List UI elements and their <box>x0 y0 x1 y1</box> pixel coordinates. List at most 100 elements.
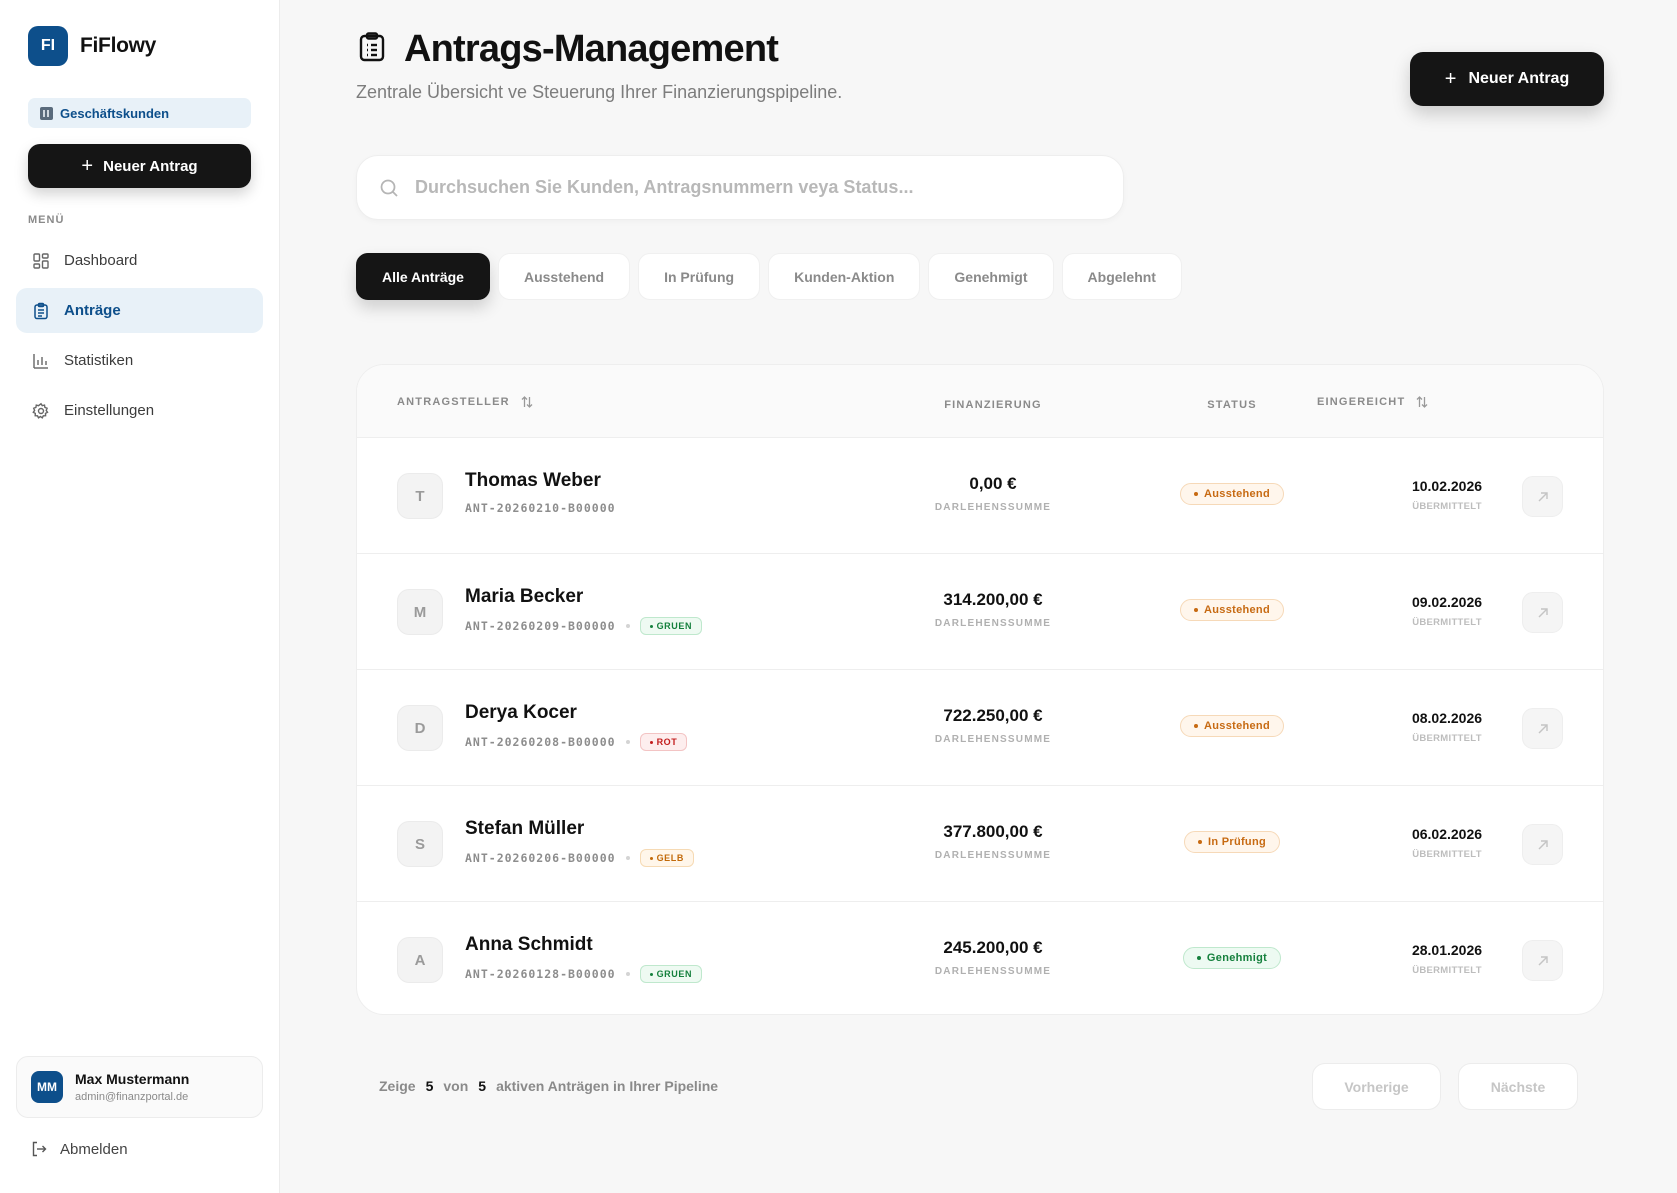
open-application-button[interactable] <box>1522 476 1563 517</box>
status-label: Ausstehend <box>1204 488 1270 500</box>
table-row[interactable]: M Maria Becker ANT-20260209-B00000 GRUEN… <box>357 554 1603 670</box>
column-header-status: STATUS <box>1122 368 1342 441</box>
open-application-button[interactable] <box>1522 708 1563 749</box>
tab-genehmigt[interactable]: Genehmigt <box>928 253 1054 300</box>
arrow-up-right-icon <box>1538 839 1548 849</box>
loan-amount-label: DARLEHENSSUMME <box>934 502 1052 513</box>
status-badge: Ausstehend <box>1180 599 1284 621</box>
clipboard-icon <box>32 302 50 320</box>
open-application-button[interactable] <box>1522 940 1563 981</box>
submitted-date: 28.01.2026 <box>1411 942 1483 958</box>
page-header: Antrags-Management <box>356 28 779 71</box>
tab-kunden-aktion[interactable]: Kunden-Aktion <box>768 253 921 300</box>
new-application-label: Neuer Antrag <box>1468 70 1570 87</box>
loan-amount-label: DARLEHENSSUMME <box>934 850 1052 861</box>
applicant-meta: ANT-20260209-B00000 GRUEN <box>465 617 703 635</box>
table-row[interactable]: A Anna Schmidt ANT-20260128-B00000 GRUEN… <box>357 902 1603 1014</box>
pagination-info: Zeige 5 von 5 aktiven Anträgen in Ihrer … <box>379 1078 718 1094</box>
ampel-dot-icon <box>649 740 653 744</box>
column-header-label: ANTRAGSTELLER <box>397 395 510 408</box>
status-badge: In Prüfung <box>1184 831 1280 853</box>
loan-amount: 377.800,00 € <box>943 822 1043 841</box>
submitted-date: 10.02.2026 <box>1411 478 1483 494</box>
sidebar-item-antraege[interactable]: Anträge <box>16 288 263 333</box>
submitted-date-label: ÜBERMITTELT <box>1412 849 1482 860</box>
customer-segment-label: Geschäftskunden <box>60 105 170 121</box>
applicant-meta: ANT-20260208-B00000 ROT <box>465 733 688 751</box>
plus-icon: + <box>1444 68 1457 90</box>
sidebar-item-dashboard[interactable]: Dashboard <box>16 238 263 283</box>
sidebar-item-einstellungen[interactable]: Einstellungen <box>16 388 263 433</box>
submitted-date-label: ÜBERMITTELT <box>1412 733 1482 744</box>
tab-in-pruefung[interactable]: In Prüfung <box>638 253 761 300</box>
sidebar-item-statistiken[interactable]: Statistiken <box>16 338 263 383</box>
dashboard-icon <box>32 252 50 270</box>
search-icon <box>380 179 398 197</box>
column-header-label: EINGEREICHT <box>1317 395 1406 408</box>
ampel-badge: ROT <box>639 733 688 751</box>
open-application-button[interactable] <box>1522 824 1563 865</box>
arrow-up-right-icon <box>1538 955 1548 965</box>
avatar: MM <box>31 1071 63 1103</box>
arrow-up-right-icon <box>1538 723 1548 733</box>
ampel-badge: GRUEN <box>639 617 703 635</box>
sidebar-item-label: Anträge <box>64 302 121 319</box>
status-label: In Prüfung <box>1208 836 1266 848</box>
brand[interactable]: FI FiFlowy <box>28 26 156 66</box>
status-badge: Ausstehend <box>1180 483 1284 505</box>
building-icon <box>40 106 53 120</box>
applicant-meta: ANT-20260210-B00000 <box>465 501 616 515</box>
table-row[interactable]: D Derya Kocer ANT-20260208-B00000 ROT 72… <box>357 670 1603 786</box>
arrow-up-right-icon <box>1538 607 1548 617</box>
plus-icon: + <box>81 155 94 177</box>
ampel-dot-icon <box>649 972 653 976</box>
sidebar-new-application-button[interactable]: + Neuer Antrag <box>28 144 251 188</box>
status-cell: Ausstehend <box>1097 599 1367 621</box>
status-filter-tabs: Alle Anträge Ausstehend In Prüfung Kunde… <box>356 253 1182 300</box>
loan-amount: 0,00 € <box>969 474 1017 493</box>
brand-name: FiFlowy <box>80 34 157 57</box>
column-header-applicant[interactable]: ANTRAGSTELLER <box>397 365 534 438</box>
column-header-submitted[interactable]: EINGEREICHT <box>1317 365 1429 438</box>
search-bar <box>356 155 1124 220</box>
pagination-total-count: 5 <box>478 1078 487 1094</box>
ampel-label: GRUEN <box>656 621 693 631</box>
submitted-date-label: ÜBERMITTELT <box>1412 501 1482 512</box>
separator-dot <box>625 740 630 744</box>
sidebar-new-application-label: Neuer Antrag <box>103 157 198 175</box>
user-info: Max Mustermann admin@finanzportal.de <box>75 1071 189 1103</box>
next-page-button[interactable]: Nächste <box>1458 1063 1578 1110</box>
ampel-badge: GRUEN <box>639 965 703 983</box>
status-label: Genehmigt <box>1206 952 1268 964</box>
logout-label: Abmelden <box>60 1140 128 1158</box>
tab-alle-antraege[interactable]: Alle Anträge <box>356 253 490 300</box>
pagination-of: von <box>443 1078 469 1094</box>
status-label: Ausstehend <box>1204 604 1270 616</box>
customer-segment-badge[interactable]: Geschäftskunden <box>28 98 251 128</box>
status-dot-icon <box>1194 492 1199 496</box>
tab-abgelehnt[interactable]: Abgelehnt <box>1061 253 1182 300</box>
loan-amount: 722.250,00 € <box>943 706 1043 725</box>
new-application-button[interactable]: + Neuer Antrag <box>1410 52 1604 106</box>
logout-button[interactable]: Abmelden <box>30 1140 128 1158</box>
submitted-date-label: ÜBERMITTELT <box>1412 617 1482 628</box>
previous-page-button[interactable]: Vorherige <box>1312 1063 1441 1110</box>
gear-icon <box>32 402 50 420</box>
table-row[interactable]: T Thomas Weber ANT-20260210-B00000 0,00 … <box>357 438 1603 554</box>
sort-icon <box>1416 395 1428 408</box>
loan-amount-label: DARLEHENSSUMME <box>934 966 1052 977</box>
search-input[interactable] <box>415 177 1095 198</box>
sidebar-item-label: Einstellungen <box>64 402 155 419</box>
tab-ausstehend[interactable]: Ausstehend <box>497 253 631 300</box>
user-card[interactable]: MM Max Mustermann admin@finanzportal.de <box>16 1056 263 1118</box>
status-cell: Genehmigt <box>1097 947 1367 969</box>
user-name: Max Mustermann <box>75 1071 190 1087</box>
applicant-name: Maria Becker <box>465 586 584 607</box>
table-row[interactable]: S Stefan Müller ANT-20260206-B00000 GELB… <box>357 786 1603 902</box>
loan-amount-label: DARLEHENSSUMME <box>934 734 1052 745</box>
open-application-button[interactable] <box>1522 592 1563 633</box>
loan-amount-label: DARLEHENSSUMME <box>934 618 1052 629</box>
status-badge: Genehmigt <box>1182 947 1282 969</box>
applicant-name: Anna Schmidt <box>465 934 593 955</box>
status-dot-icon <box>1198 840 1202 844</box>
